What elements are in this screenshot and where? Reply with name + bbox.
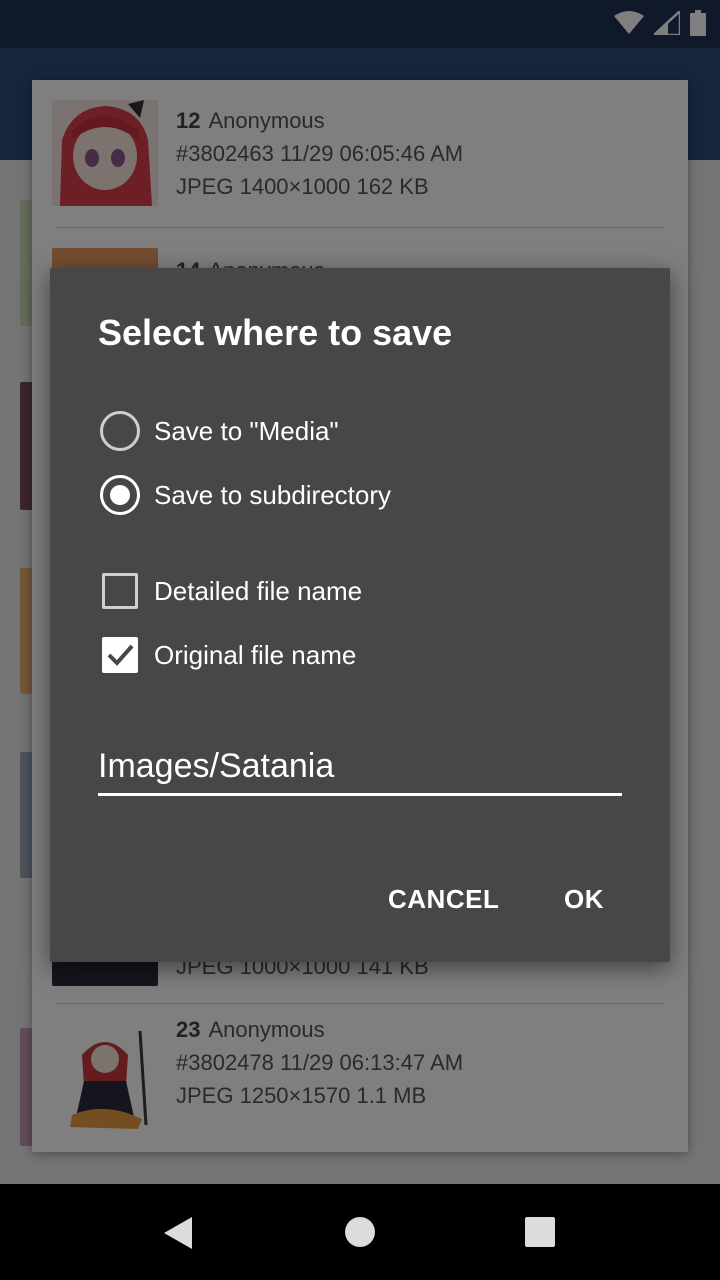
save-location-dialog: Select where to save Save to "Media" Sav… bbox=[50, 268, 670, 962]
checkbox-checked-icon[interactable] bbox=[102, 637, 138, 673]
cancel-button[interactable]: CANCEL bbox=[388, 884, 499, 915]
checkbox-label: Original file name bbox=[154, 639, 357, 670]
home-icon[interactable] bbox=[344, 1216, 376, 1248]
checkbox-label: Detailed file name bbox=[154, 575, 363, 606]
radio-checked-icon[interactable] bbox=[100, 475, 140, 515]
subdirectory-path-input[interactable] bbox=[98, 740, 622, 796]
dialog-title: Select where to save bbox=[98, 312, 453, 353]
radio-label: Save to subdirectory bbox=[154, 479, 392, 510]
radio-save-to-media[interactable]: Save to "Media" bbox=[100, 404, 339, 458]
back-icon[interactable] bbox=[162, 1216, 194, 1250]
recents-icon[interactable] bbox=[524, 1216, 556, 1248]
checkbox-original-file-name[interactable]: Original file name bbox=[100, 628, 356, 682]
radio-label: Save to "Media" bbox=[154, 415, 339, 446]
radio-unchecked-icon[interactable] bbox=[100, 411, 140, 451]
navigation-bar bbox=[0, 1184, 720, 1280]
checkbox-unchecked-icon[interactable] bbox=[102, 573, 138, 609]
radio-save-to-subdirectory[interactable]: Save to subdirectory bbox=[100, 468, 391, 522]
checkbox-detailed-file-name[interactable]: Detailed file name bbox=[100, 564, 362, 618]
ok-button[interactable]: OK bbox=[564, 884, 604, 915]
